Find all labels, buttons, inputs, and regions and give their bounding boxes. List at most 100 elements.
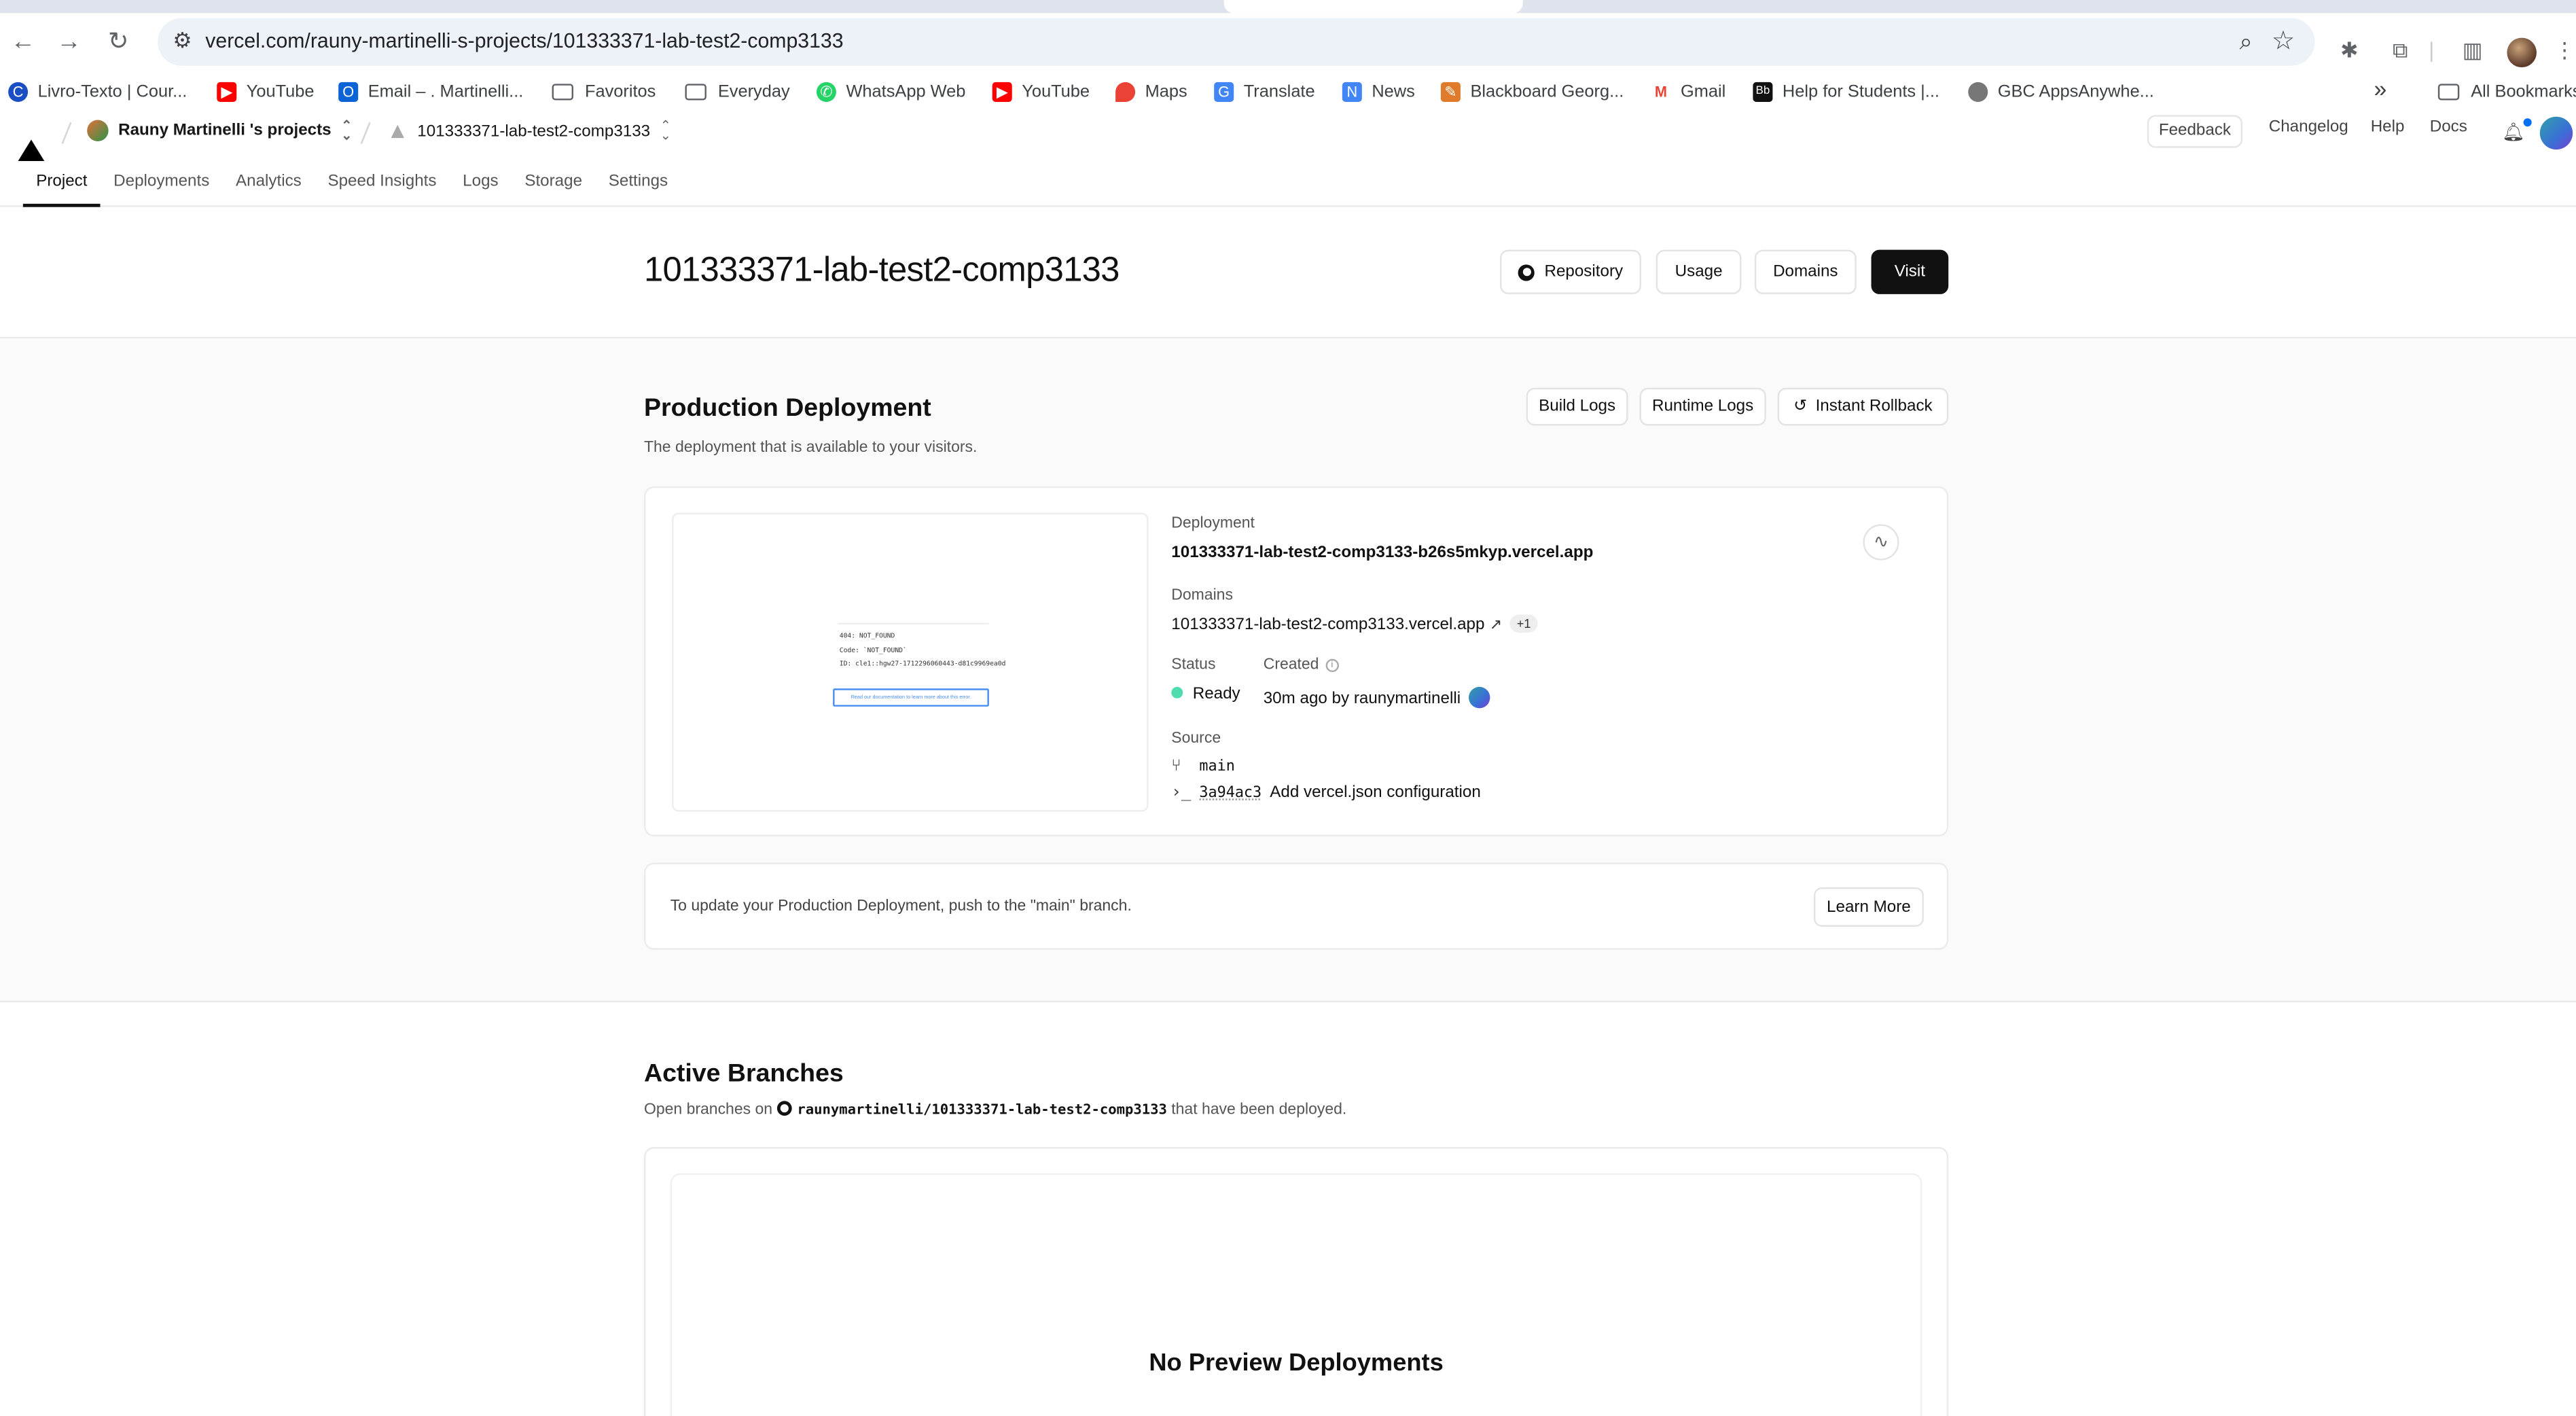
repository-button[interactable]: Repository (1499, 249, 1641, 294)
chevron-updown-icon: ⌃ ⌄ (341, 117, 353, 143)
bookmark-item[interactable]: ✎ Blackboard Georg... (1440, 82, 1624, 102)
info-icon[interactable]: i (1325, 658, 1339, 673)
help-link[interactable]: Help (2371, 118, 2405, 137)
project-triangle-icon (391, 124, 404, 139)
bookmark-item[interactable]: M Gmail (1651, 82, 1725, 102)
domain-row: 101333371-lab-test2-comp3133.vercel.app ↗… (1171, 614, 1538, 635)
notice-text: To update your Production Deployment, pu… (670, 897, 1132, 916)
profile-avatar[interactable] (2507, 37, 2537, 68)
project-switcher[interactable]: 101333371-lab-test2-comp3133 ⌃ ⌄ (391, 119, 671, 142)
status-text: Ready (1192, 685, 1240, 704)
runtime-logs-button[interactable]: Runtime Logs (1639, 387, 1766, 426)
repo-link[interactable]: raunymartinelli/101333371-lab-test2-comp… (797, 1103, 1167, 1119)
github-icon (1518, 264, 1535, 281)
project-tabs: Project Deployments Analytics Speed Insi… (22, 169, 681, 207)
bookmark-item[interactable]: N News (1342, 82, 1415, 102)
bookmark-item[interactable]: ✆ WhatsApp Web (816, 82, 965, 102)
extension-bug-icon[interactable]: ✱ (2335, 36, 2365, 66)
address-url[interactable]: vercel.com/rauny-martinelli-s-projects/1… (205, 30, 843, 53)
bookmark-item[interactable]: ▶ YouTube (992, 82, 1090, 102)
instant-rollback-button[interactable]: ↺ Instant Rollback (1777, 387, 1949, 426)
feedback-button[interactable]: Feedback (2147, 115, 2243, 148)
docs-link[interactable]: Docs (2430, 118, 2467, 137)
changelog-link[interactable]: Changelog (2269, 118, 2348, 137)
bookmarks-overflow-icon[interactable]: » (2374, 75, 2387, 102)
bell-icon[interactable]: 🔔︎ (2502, 122, 2525, 143)
browser-toolbar: ← → ↻ ⚙ vercel.com/rauny-martinelli-s-pr… (0, 13, 2576, 73)
team-avatar (87, 120, 109, 141)
visit-button[interactable]: Visit (1871, 249, 1949, 294)
commit-message: Add vercel.json configuration (1270, 783, 1481, 802)
commit-icon: ›_ (1171, 783, 1192, 802)
site-settings-icon[interactable]: ⚙ (168, 26, 198, 56)
branches-sub-pre: Open branches on (644, 1101, 773, 1119)
creator-avatar[interactable] (1469, 686, 1490, 709)
usage-button[interactable]: Usage (1656, 249, 1742, 294)
status-dot (1171, 686, 1183, 698)
bookmark-star-icon[interactable]: ☆ (2272, 24, 2295, 57)
whatsapp-icon: ✆ (816, 82, 836, 102)
bookmark-item[interactable]: GBC AppsAnywhe... (1968, 82, 2154, 102)
bookmark-item[interactable]: G Translate (1214, 82, 1315, 102)
forward-icon[interactable]: → (52, 26, 85, 59)
domains-more-badge[interactable]: +1 (1510, 614, 1538, 633)
tab-settings[interactable]: Settings (595, 169, 681, 207)
bookmark-item[interactable]: Maps (1115, 82, 1187, 102)
empty-state-title: No Preview Deployments (1149, 1349, 1444, 1377)
zoom-icon[interactable]: ⌕ (2240, 28, 2253, 56)
created-text: 30m ago by raunymartinelli (1263, 690, 1461, 709)
tab-project[interactable]: Project (22, 169, 101, 207)
created-value: 30m ago by raunymartinelli (1263, 686, 1490, 709)
bookmark-item[interactable]: Bb Help for Students |... (1753, 82, 1939, 102)
reload-icon[interactable]: ↻ (102, 26, 135, 59)
vercel-logo-icon[interactable] (18, 139, 45, 162)
production-section: Production Deployment The deployment tha… (0, 340, 2576, 1003)
domains-button[interactable]: Domains (1754, 249, 1857, 294)
globe-icon (1968, 82, 1988, 102)
bookmark-label: Everyday (717, 82, 790, 102)
deployment-url[interactable]: 101333371-lab-test2-comp3133-b26s5mkyp.v… (1171, 544, 1593, 562)
build-logs-button[interactable]: Build Logs (1526, 387, 1628, 426)
bookmark-item[interactable]: C Livro-Texto | Cour... (8, 82, 187, 102)
back-icon[interactable]: ← (7, 26, 39, 59)
tab-storage[interactable]: Storage (512, 169, 595, 207)
status-value: Ready (1171, 685, 1240, 703)
breadcrumb-separator (61, 122, 72, 145)
bookmark-item[interactable]: O Email – . Martinelli... (338, 82, 523, 102)
preview-line: Code: `NOT_FOUND` (839, 645, 907, 654)
source-branch[interactable]: ⑂ main (1171, 758, 1235, 776)
browser-menu-icon[interactable]: ⋮ (2550, 36, 2576, 66)
tab-speed-insights[interactable]: Speed Insights (315, 169, 450, 207)
bookmark-label: Email – . Martinelli... (368, 82, 524, 102)
bookmark-item[interactable]: ▶ YouTube (217, 82, 315, 102)
deployment-preview[interactable]: 404: NOT_FOUND Code: `NOT_FOUND` ID: cle… (672, 512, 1149, 812)
extensions-puzzle-icon[interactable]: ⧉ (2385, 36, 2415, 66)
c-circle-icon: C (8, 82, 29, 102)
activity-icon[interactable]: ∿ (1863, 524, 1899, 561)
team-switcher[interactable]: Rauny Martinelli 's projects ⌃ ⌄ (87, 117, 353, 143)
bookmark-item[interactable]: Favoritos (552, 82, 656, 102)
side-panel-icon[interactable]: ▥ (2458, 36, 2488, 66)
git-branch-icon: ⑂ (1171, 757, 1181, 776)
user-avatar[interactable] (2539, 116, 2573, 150)
tab-analytics[interactable]: Analytics (223, 169, 315, 207)
commit-hash[interactable]: 3a94ac3 (1199, 785, 1262, 802)
address-bar[interactable]: ⚙ vercel.com/rauny-martinelli-s-projects… (158, 18, 2315, 66)
news-icon: N (1342, 82, 1362, 102)
source-commit: ›_ 3a94ac3 Add vercel.json configuration (1171, 784, 1481, 802)
rollback-label: Instant Rollback (1815, 397, 1933, 416)
browser-tab-active[interactable] (1223, 0, 1523, 14)
learn-more-button[interactable]: Learn More (1813, 887, 1924, 927)
external-link-icon[interactable]: ↗ (1490, 616, 1502, 635)
bookmark-label: Blackboard Georg... (1470, 82, 1624, 102)
toolbar-divider: | (2429, 37, 2435, 63)
all-bookmarks[interactable]: All Bookmarks (2437, 82, 2576, 102)
domain-link[interactable]: 101333371-lab-test2-comp3133.vercel.app (1171, 616, 1484, 635)
tab-logs[interactable]: Logs (450, 169, 512, 207)
bookmark-label: YouTube (1022, 82, 1090, 102)
bookmark-item[interactable]: Everyday (685, 82, 790, 102)
github-icon (777, 1101, 793, 1116)
bookmark-label: Help for Students |... (1782, 82, 1939, 102)
preview-line: ID: cle1::hgw27-1712296060443-d81c9969ea… (839, 658, 1006, 667)
tab-deployments[interactable]: Deployments (101, 169, 223, 207)
